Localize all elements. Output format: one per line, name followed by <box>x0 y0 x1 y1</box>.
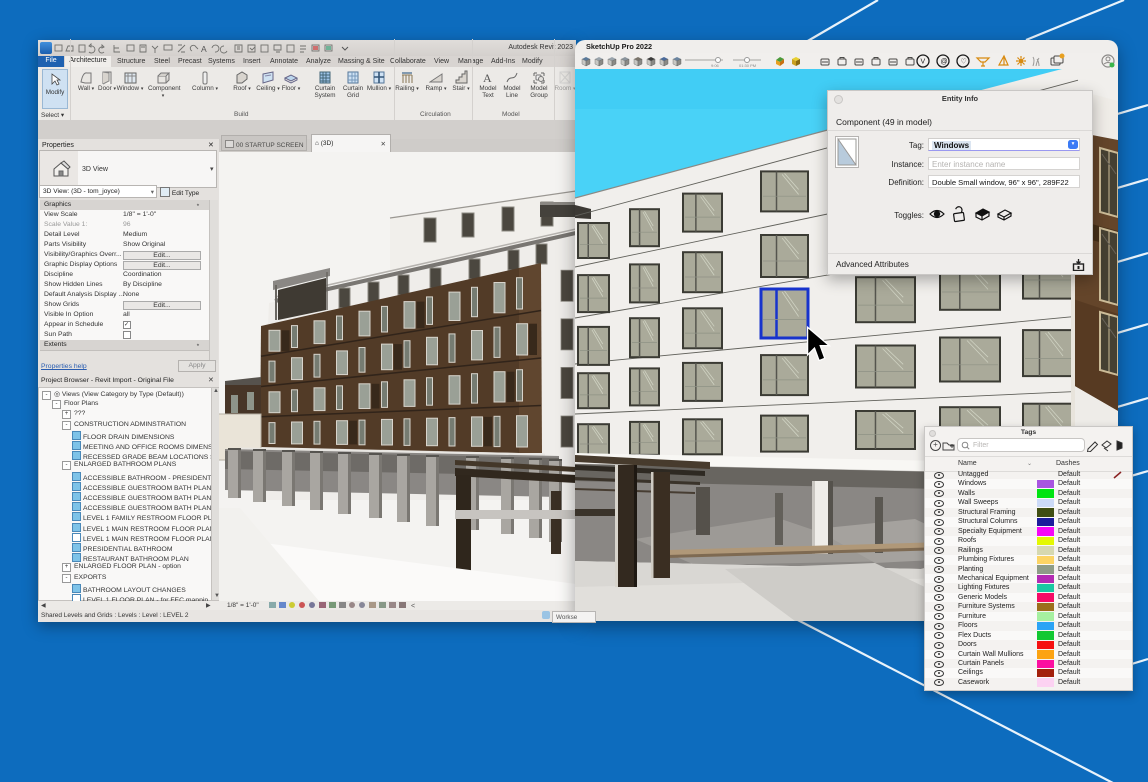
svg-text:V: V <box>921 59 926 66</box>
svg-text:♡: ♡ <box>961 58 967 66</box>
svg-text:<: < <box>411 603 415 610</box>
svg-text:01:30 PM: 01:30 PM <box>739 63 756 68</box>
svg-text:9:06: 9:06 <box>711 63 720 68</box>
svg-text:@: @ <box>941 59 948 66</box>
svg-text:A: A <box>483 71 492 85</box>
svg-text:A: A <box>201 44 207 54</box>
